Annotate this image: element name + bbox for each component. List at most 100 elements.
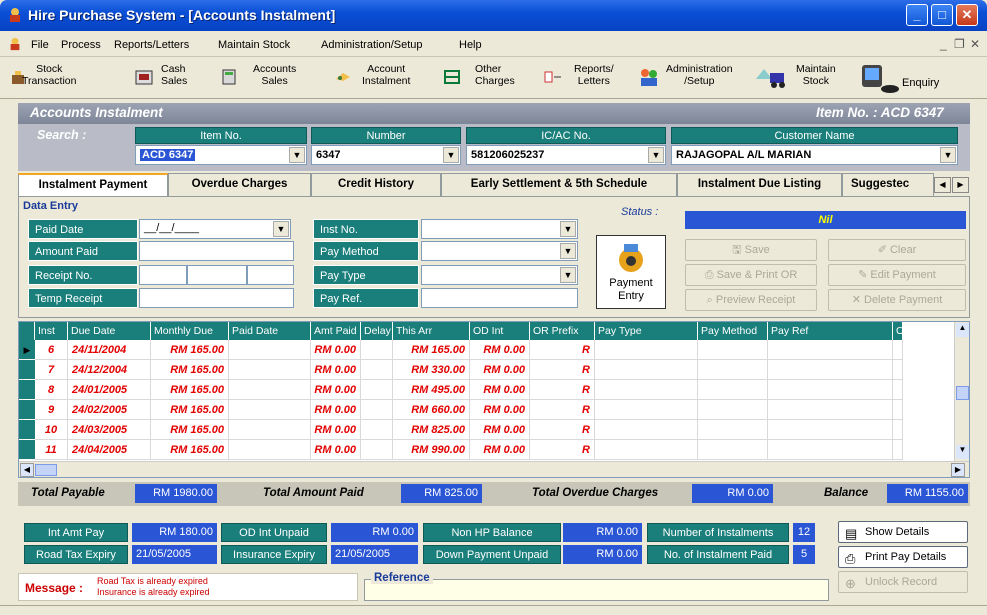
grid-cell[interactable]: 24/03/2005: [68, 420, 151, 440]
grid-cell[interactable]: RM 165.00: [393, 340, 470, 360]
icac-combo[interactable]: 581206025237 ▼: [466, 145, 666, 165]
grid-cell[interactable]: [595, 420, 698, 440]
reports-letters-button[interactable]: Reports/Letters: [540, 61, 630, 95]
other-charges-button[interactable]: Other Charges: [440, 61, 530, 95]
menu-reports[interactable]: Reports/Letters: [114, 39, 189, 51]
close-button[interactable]: ✕: [956, 4, 978, 26]
grid-cell[interactable]: [595, 400, 698, 420]
grid-cell[interactable]: [595, 380, 698, 400]
grid-cell[interactable]: R: [530, 340, 595, 360]
column-header[interactable]: Delay: [361, 322, 393, 340]
preview-receipt-button[interactable]: ⌕ Preview Receipt: [685, 289, 817, 311]
tab-suggested[interactable]: Suggestec: [842, 173, 934, 196]
grid-cell[interactable]: RM 495.00: [393, 380, 470, 400]
grid-cell[interactable]: RM 165.00: [151, 380, 229, 400]
grid-cell[interactable]: 24/02/2005: [68, 400, 151, 420]
grid-cell[interactable]: 24/04/2005: [68, 440, 151, 460]
grid-cell[interactable]: RM 165.00: [151, 340, 229, 360]
vertical-scrollbar[interactable]: ▲ ▼: [954, 322, 969, 461]
grid-cell[interactable]: RM 330.00: [393, 360, 470, 380]
column-header[interactable]: This Arr: [393, 322, 470, 340]
edit-payment-button[interactable]: ✎ Edit Payment: [828, 264, 966, 286]
grid-cell[interactable]: [893, 360, 903, 380]
grid-cell[interactable]: [229, 380, 311, 400]
grid-cell[interactable]: R: [530, 400, 595, 420]
grid-cell[interactable]: RM 660.00: [393, 400, 470, 420]
grid-cell[interactable]: [229, 440, 311, 460]
grid-cell[interactable]: [893, 420, 903, 440]
number-dropdown-icon[interactable]: ▼: [443, 147, 459, 163]
grid-cell[interactable]: [698, 400, 768, 420]
grid-cell[interactable]: 9: [35, 400, 68, 420]
column-header[interactable]: Inst: [35, 322, 68, 340]
grid-cell[interactable]: RM 0.00: [470, 420, 530, 440]
column-header[interactable]: Pay Ref: [768, 322, 893, 340]
grid-cell[interactable]: R: [530, 360, 595, 380]
tab-credit-history[interactable]: Credit History: [311, 173, 441, 196]
grid-cell[interactable]: R: [530, 440, 595, 460]
menu-help[interactable]: Help: [459, 39, 482, 51]
grid-cell[interactable]: [698, 440, 768, 460]
payment-entry-button[interactable]: Payment Entry: [596, 235, 666, 309]
row-selector[interactable]: [19, 440, 35, 460]
grid-cell[interactable]: [361, 400, 393, 420]
grid-cell[interactable]: RM 0.00: [311, 420, 361, 440]
grid-cell[interactable]: [893, 380, 903, 400]
grid-cell[interactable]: [595, 440, 698, 460]
menu-administration[interactable]: Administration/Setup: [321, 39, 423, 51]
grid-cell[interactable]: [361, 380, 393, 400]
grid-cell[interactable]: [361, 420, 393, 440]
pay-type-combo[interactable]: ▼: [421, 265, 578, 285]
save-button[interactable]: 🖫 Save: [685, 239, 817, 261]
paid-date-input[interactable]: __/__/____ ▼: [139, 219, 291, 239]
scroll-thumb[interactable]: [35, 464, 57, 476]
receipt-no-input-3[interactable]: [247, 265, 294, 285]
column-header[interactable]: Due Date: [68, 322, 151, 340]
grid-cell[interactable]: 24/01/2005: [68, 380, 151, 400]
scroll-down-icon[interactable]: ▼: [956, 445, 969, 459]
pay-method-combo[interactable]: ▼: [421, 241, 578, 261]
grid-cell[interactable]: [698, 420, 768, 440]
account-instalment-button[interactable]: Account Instalment: [330, 61, 430, 95]
grid-cell[interactable]: RM 0.00: [311, 400, 361, 420]
mdi-close-icon[interactable]: ✕: [970, 37, 980, 51]
customer-dropdown-icon[interactable]: ▼: [940, 147, 956, 163]
column-header[interactable]: OD Int: [470, 322, 530, 340]
tab-instalment-payment[interactable]: Instalment Payment: [18, 173, 168, 197]
row-selector[interactable]: [19, 420, 35, 440]
grid-cell[interactable]: [698, 360, 768, 380]
icac-dropdown-icon[interactable]: ▼: [648, 147, 664, 163]
pay-method-dropdown-icon[interactable]: ▼: [560, 243, 576, 259]
menu-process[interactable]: Process: [61, 39, 101, 51]
grid-cell[interactable]: [361, 340, 393, 360]
grid-cell[interactable]: [595, 340, 698, 360]
grid-cell[interactable]: [768, 400, 893, 420]
pay-type-dropdown-icon[interactable]: ▼: [560, 267, 576, 283]
reference-box[interactable]: Reference: [364, 572, 829, 601]
grid-cell[interactable]: R: [530, 380, 595, 400]
grid-cell[interactable]: [768, 380, 893, 400]
grid-cell[interactable]: 10: [35, 420, 68, 440]
grid-cell[interactable]: R: [530, 420, 595, 440]
grid-cell[interactable]: RM 0.00: [470, 400, 530, 420]
save-print-button[interactable]: ⎙ Save & Print OR: [685, 264, 817, 286]
grid-cell[interactable]: RM 0.00: [470, 340, 530, 360]
stock-transaction-button[interactable]: Stock Transaction: [6, 61, 101, 95]
grid-cell[interactable]: [229, 420, 311, 440]
grid-cell[interactable]: RM 0.00: [470, 380, 530, 400]
maintain-stock-button[interactable]: Maintain Stock: [752, 61, 852, 95]
maximize-button[interactable]: □: [931, 4, 953, 26]
grid-cell[interactable]: RM 0.00: [311, 340, 361, 360]
row-selector[interactable]: [19, 400, 35, 420]
delete-payment-button[interactable]: ✕ Delete Payment: [828, 289, 966, 311]
grid-cell[interactable]: RM 165.00: [151, 360, 229, 380]
receipt-no-input-1[interactable]: [139, 265, 187, 285]
inst-no-dropdown-icon[interactable]: ▼: [560, 221, 576, 237]
administration-setup-button[interactable]: Administration/Setup: [636, 61, 746, 95]
grid-cell[interactable]: 24/11/2004: [68, 340, 151, 360]
menu-maintain-stock[interactable]: Maintain Stock: [218, 39, 290, 51]
tab-scroll-right-icon[interactable]: ▶: [952, 177, 969, 193]
grid-cell[interactable]: [893, 340, 903, 360]
tab-early-settlement[interactable]: Early Settlement & 5th Schedule: [441, 173, 677, 196]
grid-cell[interactable]: 24/12/2004: [68, 360, 151, 380]
